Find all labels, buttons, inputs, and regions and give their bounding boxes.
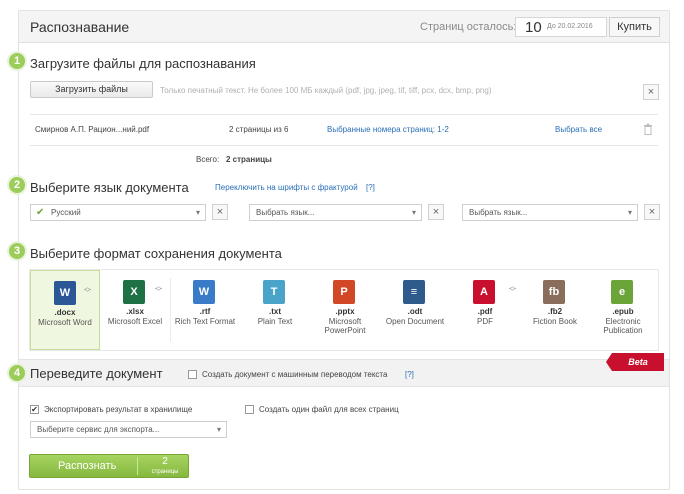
- format-epub[interactable]: e .epub Electronic Publication: [588, 270, 658, 350]
- format-xlsx[interactable]: X ︿ ﹀ .xlsx Microsoft Excel: [100, 270, 170, 350]
- word-icon: W: [54, 281, 76, 305]
- chevron-updown-icon[interactable]: ︿ ﹀: [155, 283, 162, 296]
- chevron-down-icon: ▾: [195, 208, 200, 217]
- chevron-down-icon: ▾: [411, 208, 416, 217]
- step-4-title: Переведите документ: [30, 366, 163, 381]
- remove-language-2[interactable]: ×: [428, 204, 444, 220]
- language-select-3[interactable]: Выбрать язык... ▾: [462, 204, 638, 221]
- step-3-badge: 3: [7, 241, 27, 261]
- close-upload-button[interactable]: ×: [643, 84, 659, 100]
- pdf-icon: A: [473, 280, 495, 304]
- translate-section: Переведите документ Создать документ с м…: [19, 359, 669, 387]
- recognize-page-count: 2 страницы: [151, 456, 179, 476]
- format-txt[interactable]: T .txt Plain Text: [240, 270, 310, 350]
- odt-icon: ≡: [403, 280, 425, 304]
- excel-icon: X: [123, 280, 145, 304]
- fraktur-help[interactable]: [?]: [366, 183, 375, 192]
- trash-icon[interactable]: [643, 122, 653, 135]
- chevron-down-icon: ▾: [216, 425, 221, 434]
- select-all-link[interactable]: Выбрать все: [555, 125, 602, 134]
- step-3-title: Выберите формат сохранения документа: [30, 246, 282, 261]
- beta-badge: Beta: [606, 353, 664, 371]
- pages-left-label: Страниц осталось:: [420, 21, 517, 33]
- recognition-panel: Распознавание Страниц осталось: 10 До 20…: [7, 10, 670, 490]
- until-date: До 20.02.2016: [547, 23, 593, 30]
- machine-translation-help[interactable]: [?]: [405, 370, 414, 379]
- step-2-title: Выберите язык документа: [30, 180, 189, 195]
- pages-left-value: 10: [525, 19, 542, 36]
- single-file-checkbox[interactable]: [245, 405, 254, 414]
- fraktur-link[interactable]: Переключить на шрифты с фрактурой: [215, 183, 358, 192]
- language-select-1[interactable]: ✔ Русский ▾: [30, 204, 206, 221]
- format-odt[interactable]: ≡ .odt Open Document: [380, 270, 450, 350]
- upload-hint: Только печатный текст. Не более 100 МБ к…: [160, 86, 492, 95]
- language-select-2[interactable]: Выбрать язык... ▾: [249, 204, 422, 221]
- step-2-badge: 2: [7, 175, 27, 195]
- format-fb2[interactable]: fb .fb2 Fiction Book: [520, 270, 590, 350]
- export-label: Экспортировать результат в хранилище: [44, 405, 193, 414]
- format-pdf[interactable]: A ︿ ﹀ .pdf PDF: [450, 270, 520, 350]
- remove-language-1[interactable]: ×: [212, 204, 228, 220]
- epub-icon: e: [611, 280, 633, 304]
- format-docx[interactable]: W ︿ ﹀ .docx Microsoft Word: [30, 270, 100, 350]
- step-1-title: Загрузите файлы для распознавания: [30, 56, 256, 71]
- step-4-badge: 4: [7, 363, 27, 383]
- machine-translation-checkbox[interactable]: [188, 370, 197, 379]
- step-1-badge: 1: [7, 51, 27, 71]
- chevron-updown-icon[interactable]: ︿ ﹀: [509, 283, 516, 296]
- export-checkbox[interactable]: ✔: [30, 405, 39, 414]
- format-rtf[interactable]: W .rtf Rich Text Format: [170, 270, 240, 350]
- total-value: 2 страницы: [226, 155, 272, 164]
- fb2-icon: fb: [543, 280, 565, 304]
- txt-icon: T: [263, 280, 285, 304]
- upload-files-button[interactable]: Загрузить файлы: [30, 81, 153, 98]
- export-service-select[interactable]: Выберите сервис для экспорта... ▾: [30, 421, 227, 438]
- chevron-updown-icon[interactable]: ︿ ﹀: [84, 284, 91, 297]
- pages-left-counter: 10 До 20.02.2016: [515, 17, 607, 37]
- file-pages: 2 страницы из 6: [229, 125, 289, 134]
- format-list: W ︿ ﹀ .docx Microsoft Word X ︿ ﹀ .xlsx Mic…: [29, 269, 659, 351]
- selected-pages-link[interactable]: Выбранные номера страниц: 1-2: [327, 125, 449, 134]
- rtf-icon: W: [193, 280, 215, 304]
- chevron-down-icon: ▾: [627, 208, 632, 217]
- single-file-label: Создать один файл для всех страниц: [259, 405, 399, 414]
- total-label: Всего:: [196, 155, 220, 164]
- powerpoint-icon: P: [333, 280, 355, 304]
- machine-translation-label: Создать документ с машинным переводом те…: [202, 370, 388, 379]
- recognize-button[interactable]: Распознать 2 страницы: [29, 454, 189, 478]
- panel-header: Распознавание Страниц осталось: 10 До 20…: [19, 11, 669, 43]
- remove-language-3[interactable]: ×: [644, 204, 660, 220]
- file-name: Смирнов А.П. Рацион...ний.pdf: [35, 125, 150, 134]
- page-title: Распознавание: [30, 19, 130, 35]
- format-pptx[interactable]: P .pptx Microsoft PowerPoint: [310, 270, 380, 350]
- check-icon: ✔: [36, 207, 45, 218]
- buy-button[interactable]: Купить: [609, 17, 660, 37]
